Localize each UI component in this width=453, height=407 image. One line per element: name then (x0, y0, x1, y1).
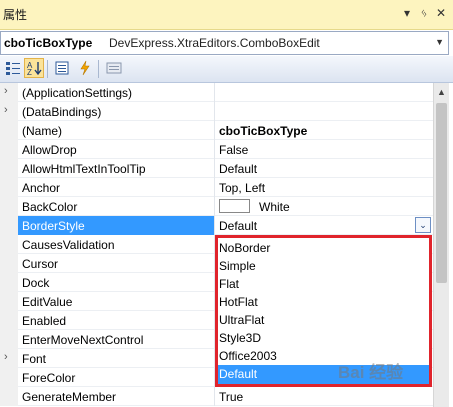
svg-text:Z: Z (27, 68, 32, 76)
property-name: CausesValidation (22, 238, 115, 252)
categorized-icon[interactable] (3, 58, 23, 78)
property-value[interactable]: True (219, 390, 243, 404)
dropdown-button-icon[interactable]: ⌄ (415, 217, 431, 233)
expand-chevron-icon[interactable]: › (4, 104, 8, 116)
close-icon[interactable]: ✕ (433, 5, 449, 21)
column-divider (214, 159, 215, 178)
dropdown-option-flat[interactable]: Flat (218, 275, 429, 294)
property-name: BackColor (22, 200, 78, 214)
row-gutter (0, 102, 18, 121)
watermark: Bai 经验 (338, 363, 404, 382)
row-gutter (0, 197, 18, 216)
property-row[interactable]: GenerateMember True (0, 387, 433, 406)
row-gutter (0, 273, 18, 292)
object-type: DevExpress.XtraEditors.ComboBoxEdit (109, 36, 320, 50)
property-row[interactable]: › (ApplicationSettings) (0, 83, 433, 102)
property-name: BorderStyle (22, 219, 85, 233)
property-row[interactable]: BorderStyle Default ⌄ (0, 216, 433, 235)
column-divider (214, 140, 215, 159)
dropdown-option-style3d[interactable]: Style3D (218, 329, 429, 348)
row-gutter (0, 368, 18, 387)
scrollbar-thumb[interactable] (436, 103, 447, 283)
property-name: (DataBindings) (22, 105, 102, 119)
row-gutter (0, 140, 18, 159)
row-gutter (0, 254, 18, 273)
alphabetical-icon[interactable]: AZ (24, 58, 44, 78)
vertical-scrollbar[interactable]: ▲ (433, 83, 449, 407)
properties-toolbar: AZ (0, 56, 453, 83)
property-value[interactable]: Top, Left (219, 181, 265, 195)
column-divider (214, 387, 215, 406)
color-swatch (219, 199, 250, 213)
property-row[interactable]: (Name) cboTicBoxType (0, 121, 433, 140)
property-value[interactable]: False (219, 143, 248, 157)
dropdown-option-simple[interactable]: Simple (218, 257, 429, 276)
property-row[interactable]: Anchor Top, Left (0, 178, 433, 197)
row-gutter (0, 349, 18, 368)
column-divider (214, 216, 215, 235)
property-name: Enabled (22, 314, 67, 328)
dropdown-option-noborder[interactable]: NoBorder (218, 239, 429, 258)
object-selector[interactable]: cboTicBoxType DevExpress.XtraEditors.Com… (0, 31, 449, 55)
row-gutter (0, 311, 18, 330)
row-gutter (0, 159, 18, 178)
property-name: ForeColor (22, 371, 76, 385)
column-divider (214, 121, 215, 140)
column-divider (214, 178, 215, 197)
properties-icon[interactable] (52, 58, 72, 78)
object-name: cboTicBoxType (4, 36, 93, 50)
dropdown-option-ultraflat[interactable]: UltraFlat (218, 311, 429, 330)
chevron-down-icon[interactable]: ▼ (435, 37, 444, 47)
row-gutter (0, 216, 18, 235)
property-value[interactable]: White (259, 200, 290, 214)
column-divider (214, 197, 215, 216)
property-name: AllowDrop (22, 143, 77, 157)
properties-panel-titlebar: 属性 ▾ ᛃ ✕ (0, 0, 453, 30)
property-name: Cursor (22, 257, 59, 271)
expand-chevron-icon[interactable]: › (4, 85, 8, 97)
property-name: EnterMoveNextControl (22, 333, 144, 347)
property-value[interactable]: cboTicBoxType (219, 124, 307, 138)
panel-title: 属性 (3, 8, 28, 22)
property-name: EditValue (22, 295, 73, 309)
row-gutter (0, 121, 18, 140)
property-row[interactable]: BackColor White (0, 197, 433, 216)
property-name: AllowHtmlTextInToolTip (22, 162, 146, 176)
property-row[interactable]: › (DataBindings) (0, 102, 433, 121)
dropdown-arrow-icon[interactable]: ▾ (399, 5, 415, 21)
row-gutter (0, 292, 18, 311)
property-row[interactable]: AllowHtmlTextInToolTip Default (0, 159, 433, 178)
expand-chevron-icon[interactable]: › (4, 351, 8, 363)
row-gutter (0, 387, 18, 406)
property-name: Dock (22, 276, 50, 290)
row-gutter (0, 178, 18, 197)
events-icon[interactable] (75, 58, 95, 78)
property-name: (Name) (22, 124, 63, 138)
property-row[interactable]: AllowDrop False (0, 140, 433, 159)
property-pages-icon[interactable] (104, 58, 124, 78)
toolbar-separator (47, 60, 48, 78)
row-gutter (0, 330, 18, 349)
property-name: Font (22, 352, 47, 366)
row-gutter (0, 83, 18, 102)
column-divider (214, 102, 215, 121)
column-divider (214, 83, 215, 102)
pin-icon[interactable]: ᛃ (416, 5, 432, 21)
property-name: GenerateMember (22, 390, 117, 404)
row-gutter (0, 235, 18, 254)
property-value[interactable]: Default (219, 219, 257, 233)
property-name: Anchor (22, 181, 61, 195)
toolbar-separator (98, 60, 99, 78)
property-name: (ApplicationSettings) (22, 86, 133, 100)
dropdown-option-hotflat[interactable]: HotFlat (218, 293, 429, 312)
scroll-up-icon[interactable]: ▲ (437, 87, 446, 97)
property-value[interactable]: Default (219, 162, 257, 176)
